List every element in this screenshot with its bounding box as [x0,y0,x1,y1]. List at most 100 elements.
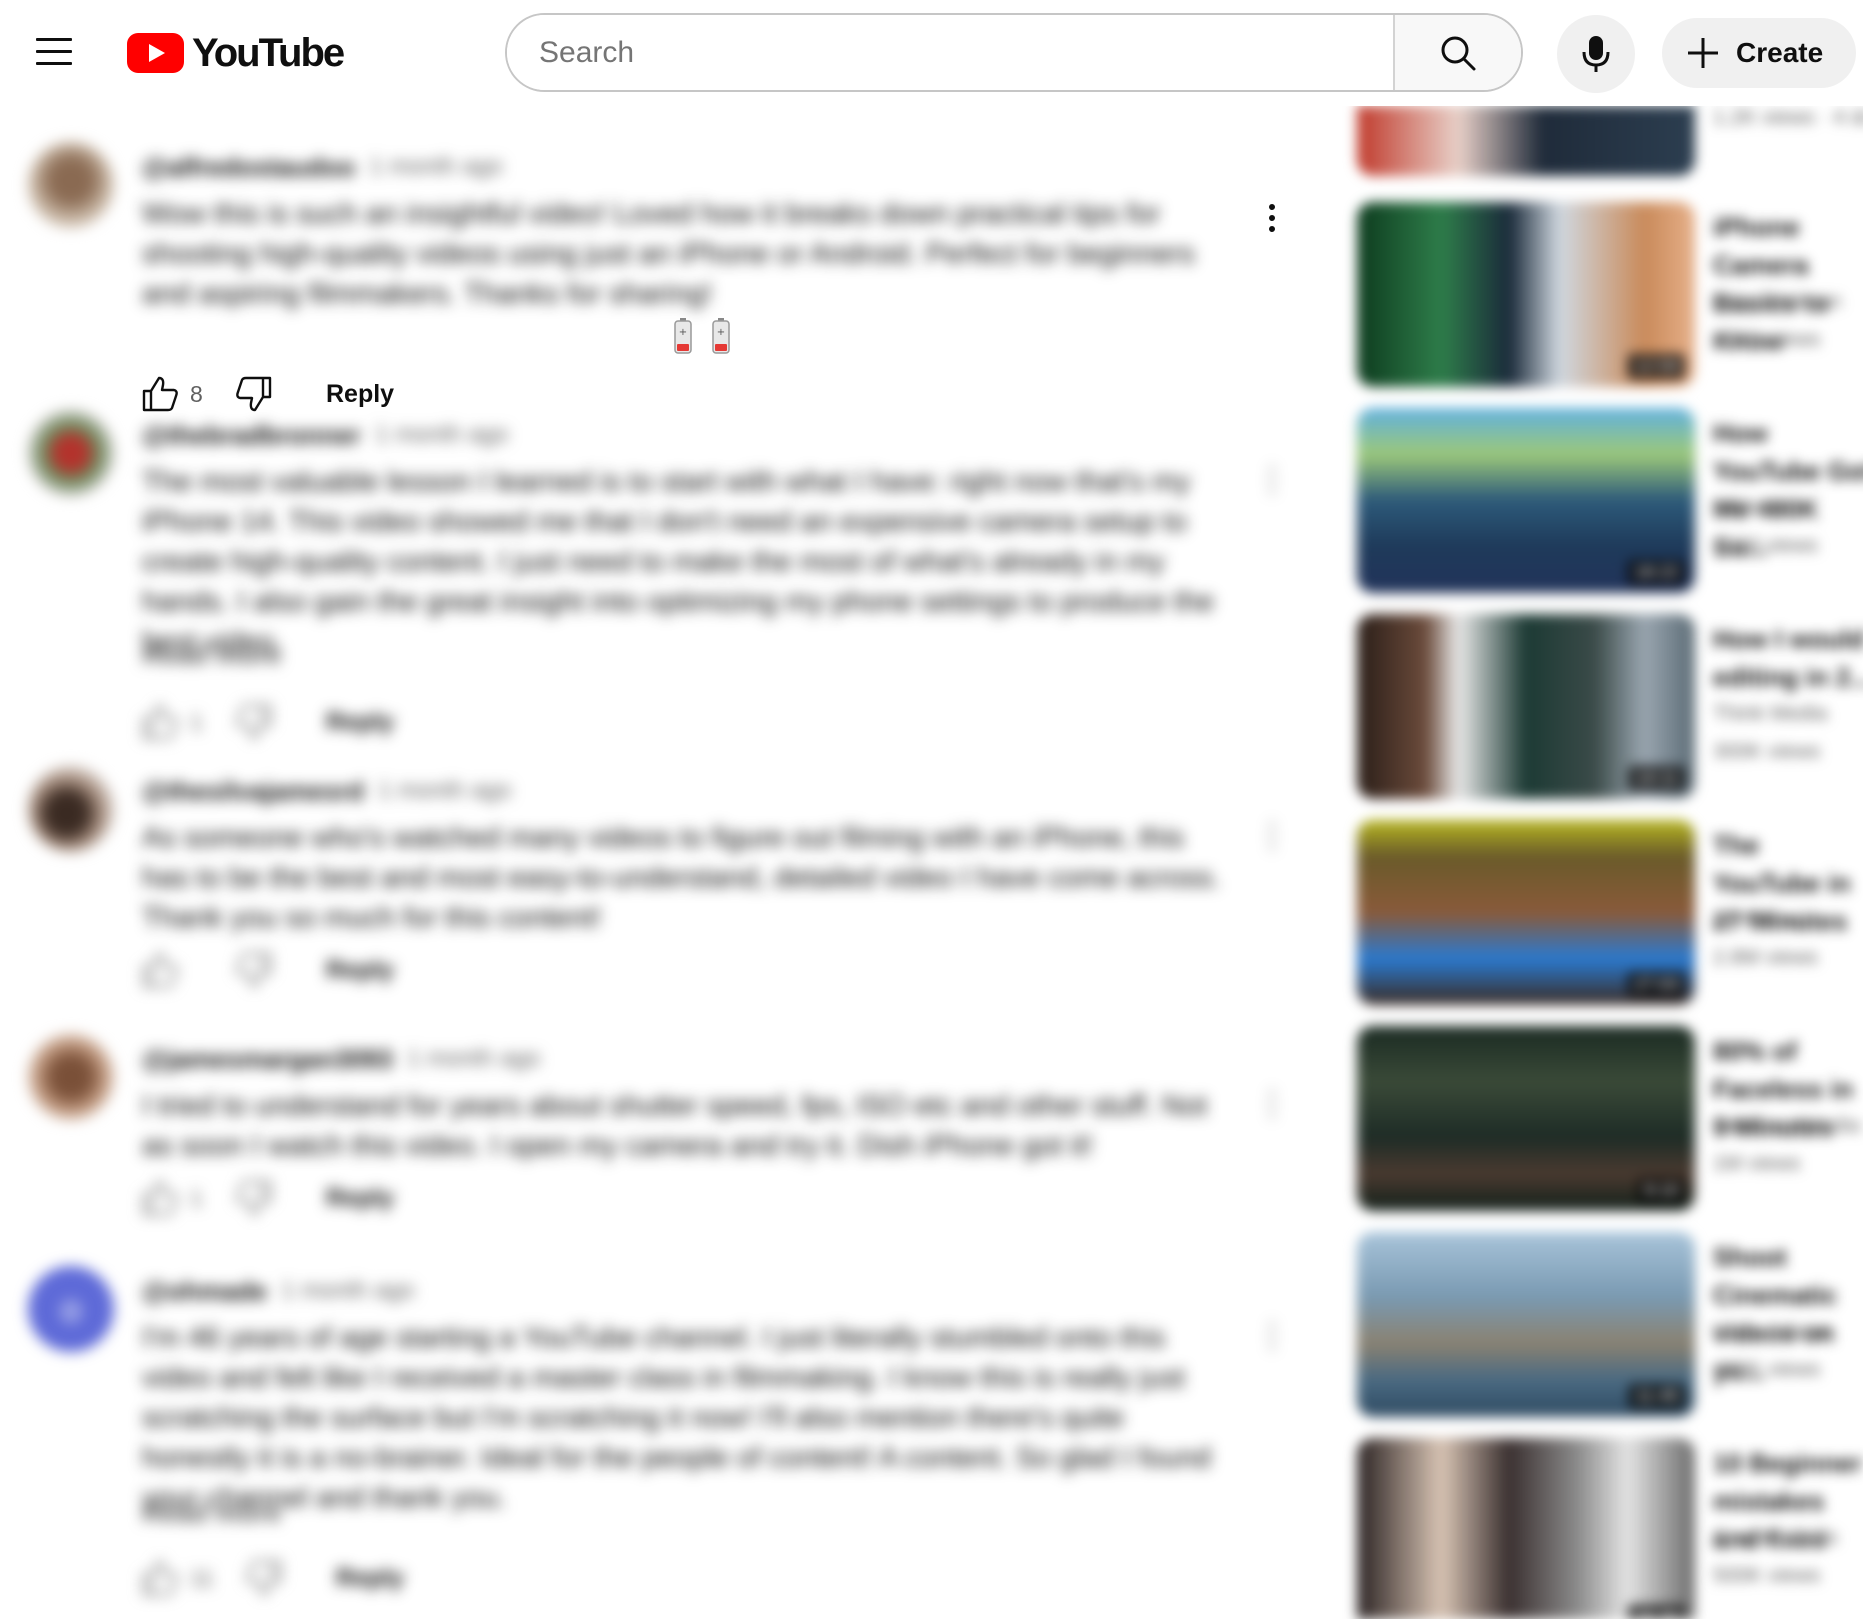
reply-button[interactable]: Reply [326,956,394,985]
dislike-button[interactable] [242,1556,286,1600]
video-meta: 2.8M views [1713,946,1819,969]
comment-thread: @thebradbronner 1 month ago The most val… [0,410,1310,760]
create-button[interactable]: Create [1662,18,1856,88]
more-vert-icon [1269,466,1275,472]
recommendations-sidebar: 1.2K views · 4 days 12:04 iPhone Camera … [1351,106,1863,1619]
more-vert-icon [1269,1322,1275,1328]
reply-button[interactable]: Reply [336,1564,404,1593]
avatar[interactable] [28,142,114,228]
video-duration: 18:22 [1627,560,1685,585]
comment-timestamp[interactable]: 1 month ago [281,1277,414,1305]
plus-icon [1688,38,1718,68]
comment-menu-button[interactable] [1252,198,1292,238]
comment-timestamp[interactable]: 1 month ago [407,1045,540,1073]
comment-author[interactable]: @ohmade [142,1276,267,1307]
comment-menu-button[interactable] [1252,816,1292,856]
like-button[interactable] [138,1176,182,1220]
channel-name[interactable]: Kraig Adams [1713,1320,1832,1344]
comment-text: As someone who's watched many videos to … [142,822,1221,934]
channel-name[interactable]: A Shane [1713,496,1792,520]
battery-emoji-icon: + [712,318,730,354]
like-count: 1 [190,708,203,735]
comment-timestamp[interactable]: 1 month ago [375,421,508,449]
reply-button[interactable]: Reply [326,380,394,409]
comment-timestamp[interactable]: 1 month ago [369,153,502,181]
channel-name[interactable]: Think Media [1713,702,1827,726]
like-button[interactable] [138,700,182,744]
video-thumbnail[interactable]: 14:11 [1357,614,1695,799]
microphone-icon [1582,36,1610,72]
video-thumbnail[interactable]: 16:30 [1357,1438,1695,1619]
video-thumbnail[interactable] [1357,106,1695,176]
channel-name[interactable]: Ali Abdaal [1713,908,1806,932]
comment-author[interactable]: @thesilvajamesrd [142,776,364,807]
comment-author[interactable]: @thebradbronner [142,420,361,451]
recommendation-item[interactable]: 18:22 How YouTube Got Me 400K Su... A Sh… [1351,408,1863,593]
avatar[interactable] [28,766,114,852]
video-meta: 1M views [1713,1152,1801,1175]
video-meta: 300K views [1713,740,1821,763]
svg-text:+: + [679,327,687,338]
video-duration: 14:11 [1629,766,1685,791]
video-thumbnail[interactable]: 27:03 [1357,820,1695,1005]
comment-menu-button[interactable] [1252,460,1292,500]
comment-text: Wow this is such an insightful video! Lo… [142,198,1195,310]
channel-name[interactable]: Creator Skills [1713,1526,1838,1550]
comment-actions: 11 Reply [138,1556,404,1600]
like-button[interactable] [138,948,182,992]
comment-author[interactable]: @alfredostaudoo [142,152,355,183]
avatar[interactable] [28,1034,114,1120]
recommendation-item[interactable]: 16:30 10 Beginner mistakes and fixes Cre… [1351,1438,1863,1619]
thumbs-up-icon [142,704,178,740]
video-thumbnail[interactable]: 18:22 [1357,408,1695,593]
youtube-play-icon [127,33,184,73]
reply-button[interactable]: Reply [326,708,394,737]
video-duration: 12:04 [1627,354,1685,379]
recommendation-item[interactable]: 27:03 The YouTube in 27 Minutes Ali Abda… [1351,820,1863,1005]
dislike-button[interactable] [232,1176,276,1220]
comment-thread: @thesilvajamesrd 1 month ago As someone … [0,766,1310,1036]
recommendation-item[interactable]: 12:04 iPhone Camera Basics to Know Tyler… [1351,202,1863,387]
avatar[interactable]: o [28,1266,114,1352]
video-thumbnail[interactable]: 11:45 [1357,1232,1695,1417]
video-duration: 9:10 [1637,1178,1685,1203]
thumbs-down-icon [236,952,272,988]
like-count: 1 [190,1184,203,1211]
comment-author[interactable]: @jamesmargan3093 [142,1044,393,1075]
reply-button[interactable]: Reply [326,1184,394,1213]
video-title[interactable]: How I would editing in 2... [1713,620,1863,696]
comment-actions: 1 Reply [138,1176,394,1220]
like-button[interactable] [138,1556,182,1600]
more-vert-icon [1269,822,1275,828]
menu-button[interactable] [34,34,74,70]
search-input[interactable] [507,15,1393,90]
video-thumbnail[interactable]: 12:04 [1357,202,1695,387]
voice-search-button[interactable] [1557,15,1635,93]
recommendation-item[interactable]: 14:11 How I would editing in 2... Think … [1351,614,1863,799]
video-meta: 400K views [1713,1358,1821,1381]
recommendation-item[interactable]: 11:45 Shoot Cinematic videos on yo... Kr… [1351,1232,1863,1417]
comment-thread: @alfredostaudoo 1 month ago Wow this is … [0,142,1310,412]
channel-name[interactable]: Faceless Media [1713,1114,1860,1138]
read-more-link[interactable]: Read more [142,640,282,671]
youtube-logo[interactable]: YouTube [127,30,345,75]
read-more-link[interactable]: Read more [142,1498,282,1529]
comment-timestamp[interactable]: 1 month ago [378,777,511,805]
comment-text: I tried to understand for years about sh… [142,1090,1208,1162]
recommendation-item[interactable]: 1.2K views · 4 days [1351,106,1863,176]
like-count: 8 [190,380,203,407]
create-label: Create [1736,37,1824,68]
comment-menu-button[interactable] [1252,1084,1292,1124]
comment-thread: o @ohmade 1 month ago I'm 46 years of ag… [0,1266,1310,1616]
more-vert-icon [1269,204,1275,210]
dislike-button[interactable] [232,700,276,744]
video-thumbnail[interactable]: 9:10 [1357,1026,1695,1211]
search-button[interactable] [1393,15,1521,90]
avatar[interactable] [28,410,114,496]
comment-menu-button[interactable] [1252,1316,1292,1356]
recommendation-item[interactable]: 9:10 80% of Faceless in 9 Minutes Facele… [1351,1026,1863,1211]
comments-section: @alfredostaudoo 1 month ago Wow this is … [0,106,1310,1619]
dislike-button[interactable] [232,948,276,992]
channel-name[interactable]: Tyler Stalman [1713,290,1841,314]
logo-text: YouTube [192,30,345,75]
